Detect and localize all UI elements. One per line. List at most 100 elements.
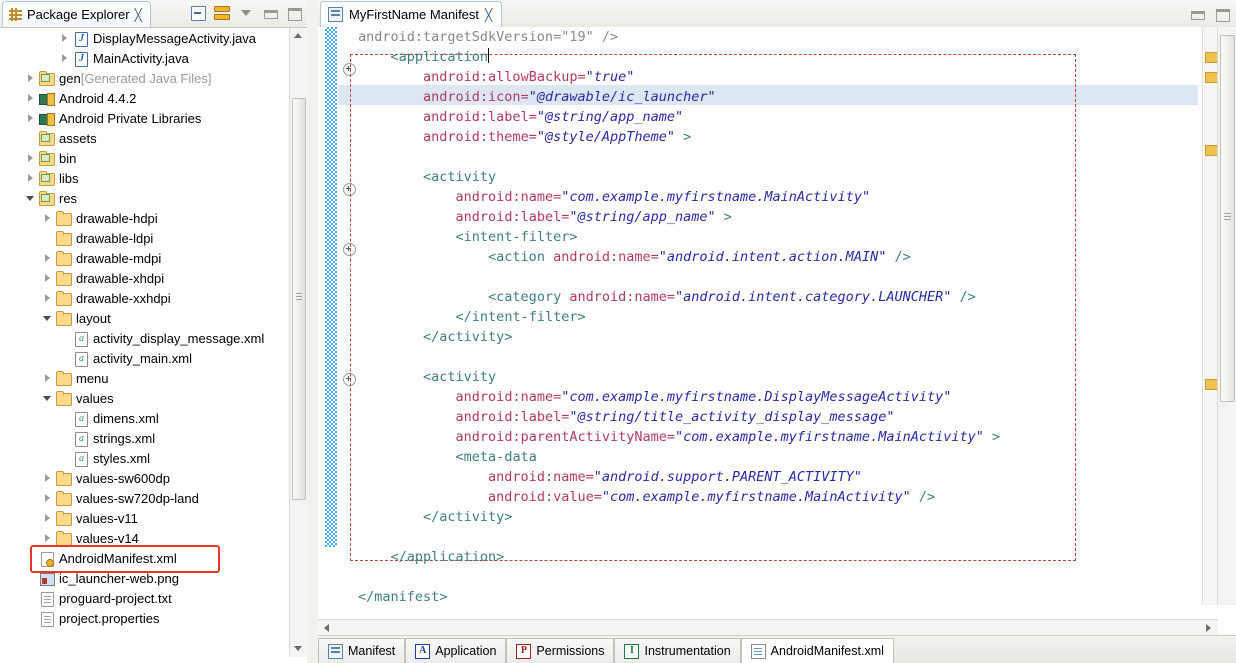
code-line: android:parentActivityName="com.example.… — [358, 427, 1001, 447]
close-icon[interactable]: ╳ — [135, 9, 142, 21]
editor-form-tabs[interactable]: Manifest A Application P Permissions I Instrum… — [318, 635, 1236, 663]
chevron-closed-icon[interactable] — [42, 493, 53, 504]
tree-item-dimens-xml[interactable]: dimens.xml — [0, 408, 285, 428]
chevron-closed-icon[interactable] — [42, 513, 53, 524]
tab-package-explorer[interactable]: Package Explorer ╳ — [2, 1, 151, 27]
overview-ruler[interactable] — [1202, 27, 1218, 605]
project-tree[interactable]: DisplayMessageActivity.java MainActivity.… — [0, 28, 285, 657]
code-line: <application — [358, 47, 1000, 67]
tree-item-ic-launcher-web-png[interactable]: ic_launcher-web.png — [0, 568, 285, 588]
folder-icon — [55, 370, 72, 386]
tree-item-label: MainActivity.java — [93, 50, 189, 66]
fold-marker[interactable] — [343, 243, 356, 256]
chevron-closed-icon[interactable] — [42, 213, 53, 224]
chevron-closed-icon[interactable] — [25, 93, 36, 104]
tree-item-gen[interactable]: gen [Generated Java Files] — [0, 68, 285, 88]
maximize-icon[interactable] — [285, 4, 303, 22]
chevron-closed-icon[interactable] — [59, 33, 70, 44]
minimize-icon[interactable] — [261, 4, 279, 22]
tree-item-android-private-libraries[interactable]: Android Private Libraries — [0, 108, 285, 128]
tree-item-displaymessageactivity-java[interactable]: DisplayMessageActivity.java — [0, 28, 285, 48]
chevron-closed-icon[interactable] — [25, 153, 36, 164]
chevron-closed-icon[interactable] — [59, 53, 70, 64]
tree-item-drawable-xxhdpi[interactable]: drawable-xxhdpi — [0, 288, 285, 308]
tree-item-values-sw720dp-land[interactable]: values-sw720dp-land — [0, 488, 285, 508]
tree-item-label: values-v14 — [76, 530, 139, 546]
tree-item-activity-display-message-xml[interactable]: activity_display_message.xml — [0, 328, 285, 348]
chevron-closed-icon[interactable] — [25, 113, 36, 124]
editor-vertical-scrollbar[interactable] — [1217, 27, 1236, 605]
link-with-editor-icon[interactable] — [213, 4, 231, 22]
source-code-area[interactable]: android:targetSdkVersion="19" /> <applic… — [318, 27, 1236, 605]
tree-item-res[interactable]: res — [0, 188, 285, 208]
code-token-tag: > — [715, 209, 732, 225]
chevron-closed-icon[interactable] — [42, 473, 53, 484]
tree-item-libs[interactable]: libs — [0, 168, 285, 188]
sash-divider[interactable] — [307, 0, 318, 663]
tree-item-mainactivity-java[interactable]: MainActivity.java — [0, 48, 285, 68]
form-tab-application[interactable]: A Application — [405, 638, 507, 663]
minimize-icon[interactable] — [1188, 5, 1206, 23]
tree-item-layout[interactable]: layout — [0, 308, 285, 328]
chevron-closed-icon[interactable] — [25, 173, 36, 184]
tree-item-styles-xml[interactable]: styles.xml — [0, 448, 285, 468]
tree-item-values-v14[interactable]: values-v14 — [0, 528, 285, 548]
chevron-open-icon[interactable] — [42, 393, 53, 404]
xml-source-text[interactable]: android:targetSdkVersion="19" /> <applic… — [358, 27, 1000, 605]
scroll-right-icon[interactable] — [1203, 622, 1215, 634]
fold-marker[interactable] — [343, 63, 356, 76]
code-token-tag: <intent-filter> — [455, 229, 578, 245]
letter-a-icon: A — [415, 643, 431, 659]
chevron-closed-icon[interactable] — [42, 253, 53, 264]
form-tab-manifest[interactable]: Manifest — [318, 638, 406, 663]
tree-item-project-properties[interactable]: project.properties — [0, 608, 285, 628]
tree-item-android-4-4-2[interactable]: Android 4.4.2 — [0, 88, 285, 108]
tree-item-activity-main-xml[interactable]: activity_main.xml — [0, 348, 285, 368]
collapse-all-icon[interactable] — [189, 4, 207, 22]
code-line: <activity — [358, 167, 1000, 187]
tree-item-androidmanifest-xml[interactable]: AndroidManifest.xml — [0, 548, 285, 568]
chevron-closed-icon[interactable] — [42, 293, 53, 304]
code-line: </activity> — [358, 327, 1000, 347]
tree-item-bin[interactable]: bin — [0, 148, 285, 168]
tree-item-strings-xml[interactable]: strings.xml — [0, 428, 285, 448]
code-folding-column[interactable] — [343, 27, 357, 605]
maximize-icon[interactable] — [1213, 5, 1231, 23]
editor-horizontal-scrollbar[interactable] — [318, 619, 1218, 636]
scroll-left-icon[interactable] — [321, 622, 333, 634]
tree-item-drawable-xhdpi[interactable]: drawable-xhdpi — [0, 268, 285, 288]
chevron-closed-icon[interactable] — [42, 533, 53, 544]
tree-item-suffix: [Generated Java Files] — [80, 70, 212, 86]
form-tab-androidmanifest-xml[interactable]: AndroidManifest.xml — [740, 638, 894, 663]
scroll-down-icon[interactable] — [292, 643, 304, 655]
form-tab-instrumentation[interactable]: I Instrumentation — [614, 638, 741, 663]
fold-marker[interactable] — [343, 373, 356, 386]
tree-item-values[interactable]: values — [0, 388, 285, 408]
tree-item-menu[interactable]: menu — [0, 368, 285, 388]
fold-marker[interactable] — [343, 183, 356, 196]
editor-scroll-thumb[interactable] — [1220, 35, 1235, 402]
explorer-scroll-thumb[interactable] — [292, 98, 306, 500]
view-menu-icon[interactable] — [237, 4, 255, 22]
tab-myfirstname-manifest[interactable]: MyFirstName Manifest ╳ — [320, 1, 503, 27]
chevron-open-icon[interactable] — [25, 193, 36, 204]
tree-item-values-v11[interactable]: values-v11 — [0, 508, 285, 528]
png-file-icon — [38, 571, 55, 586]
explorer-scrollbar[interactable] — [289, 28, 307, 657]
tree-item-drawable-hdpi[interactable]: drawable-hdpi — [0, 208, 285, 228]
form-tab-permissions[interactable]: P Permissions — [506, 638, 615, 663]
tree-item-drawable-mdpi[interactable]: drawable-mdpi — [0, 248, 285, 268]
tree-item-proguard-project-txt[interactable]: proguard-project.txt — [0, 588, 285, 608]
chevron-open-icon[interactable] — [42, 313, 53, 324]
tree-item-drawable-ldpi[interactable]: drawable-ldpi — [0, 228, 285, 248]
package-explorer-tab-row: Package Explorer ╳ — [0, 0, 307, 28]
chevron-closed-icon[interactable] — [42, 273, 53, 284]
close-icon[interactable]: ╳ — [485, 9, 492, 21]
chevron-closed-icon[interactable] — [25, 73, 36, 84]
chevron-closed-icon[interactable] — [42, 373, 53, 384]
tree-item-values-sw600dp[interactable]: values-sw600dp — [0, 468, 285, 488]
tree-item-assets[interactable]: assets — [0, 128, 285, 148]
scroll-up-icon[interactable] — [292, 30, 304, 42]
